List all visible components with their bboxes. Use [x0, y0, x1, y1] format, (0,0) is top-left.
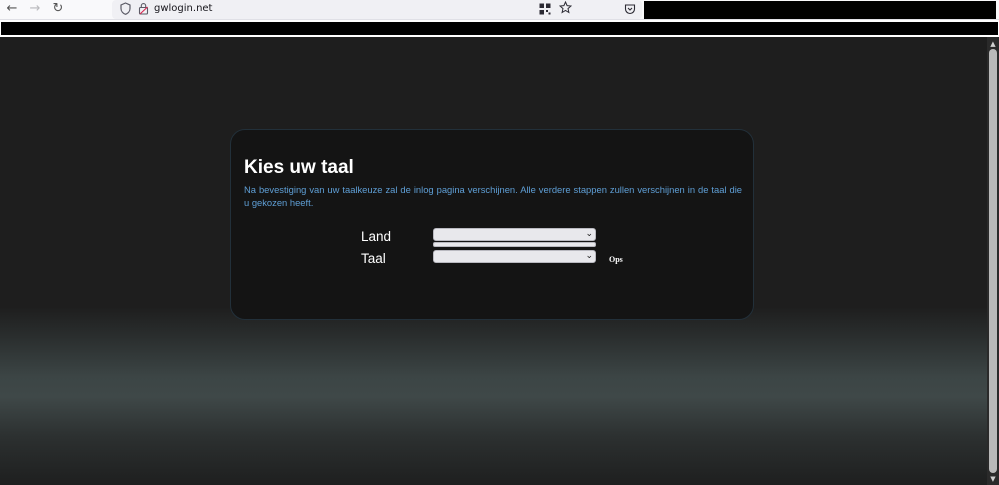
page-background: Kies uw taal Na bevestiging van uw taalk… [0, 37, 987, 485]
tracking-shield-icon[interactable] [120, 2, 131, 20]
scrollbar-thumb[interactable] [989, 49, 997, 473]
taal-select[interactable]: ⌄ [433, 250, 596, 263]
qr-code-icon[interactable] [539, 2, 551, 20]
land-select[interactable]: ⌄ [433, 228, 596, 241]
scroll-up-icon[interactable]: ▲ [987, 39, 999, 49]
site-permissions-icon[interactable] [138, 2, 149, 20]
panel-title: Kies uw taal [244, 157, 354, 178]
url-text[interactable]: gwlogin.net [154, 2, 212, 16]
chevron-down-icon: ⌄ [585, 229, 593, 239]
back-icon[interactable]: ← [4, 1, 20, 17]
redacted-area [644, 1, 996, 19]
language-panel: Kies uw taal Na bevestiging van uw taalk… [230, 129, 754, 320]
panel-description: Na bevestiging van uw taalkeuze zal de i… [244, 184, 742, 208]
pocket-icon[interactable] [624, 2, 636, 20]
chevron-down-icon: ⌄ [585, 251, 593, 261]
bookmark-star-icon[interactable] [558, 0, 573, 19]
forward-icon[interactable]: → [27, 1, 43, 17]
redacted-bar [0, 20, 999, 37]
url-bar[interactable]: gwlogin.net [112, 0, 642, 19]
reload-icon[interactable]: ↻ [50, 1, 66, 17]
ops-button[interactable]: Ops [609, 255, 623, 264]
vertical-scrollbar[interactable]: ▲ ▼ [987, 37, 999, 485]
taal-label: Taal [361, 251, 386, 266]
land-label: Land [361, 229, 392, 244]
land-select-secondary[interactable] [433, 242, 596, 247]
browser-toolbar: ← → ↻ gwlogin.net [0, 0, 999, 20]
scroll-down-icon[interactable]: ▼ [987, 474, 999, 484]
